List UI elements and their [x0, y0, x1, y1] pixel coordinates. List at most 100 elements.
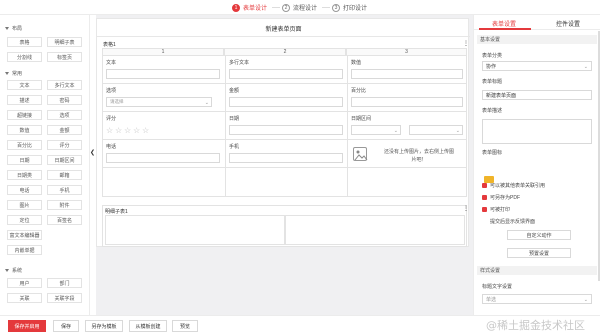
- subtable-cell[interactable]: [285, 215, 465, 245]
- star-icon[interactable]: ☆: [142, 126, 151, 135]
- caret-down-icon: [5, 27, 9, 30]
- section-basic-settings: 基本设置: [477, 35, 597, 44]
- component-phone[interactable]: 电话: [7, 185, 42, 195]
- subtable-cell[interactable]: [105, 215, 285, 245]
- title-text-value: 单选: [486, 296, 497, 303]
- preview-button[interactable]: 预览: [172, 320, 198, 332]
- design-stepper: 1 表单设计 2 流程设计 3 打印设计: [0, 0, 600, 15]
- select-input[interactable]: 请选择 ⌄: [106, 97, 212, 107]
- star-icon[interactable]: ☆: [106, 126, 115, 135]
- field-label-phone: 电话: [106, 144, 117, 150]
- component-attachment[interactable]: 附件: [47, 200, 82, 210]
- section-system[interactable]: 系统: [5, 267, 22, 274]
- component-date-range[interactable]: 日期区间: [47, 155, 82, 165]
- component-subtable[interactable]: 明细子表: [47, 37, 82, 47]
- step-print-design[interactable]: 3 打印设计: [332, 3, 367, 12]
- form-title[interactable]: 新建表单页面: [97, 24, 470, 33]
- step-form-design[interactable]: 1 表单设计: [232, 3, 267, 12]
- number-input[interactable]: [351, 69, 463, 79]
- star-icon[interactable]: ☆: [133, 126, 142, 135]
- section-title: 常用: [12, 71, 23, 77]
- section-layout[interactable]: 布局: [5, 25, 22, 32]
- check-label: 可被打印: [490, 207, 511, 213]
- tab-control-settings[interactable]: 控件设置: [556, 19, 580, 28]
- component-description[interactable]: 描述: [7, 95, 42, 105]
- preset-settings-button[interactable]: 预置设置: [507, 248, 571, 258]
- chevron-left-icon: ❮: [89, 150, 96, 156]
- mobile-input[interactable]: [229, 153, 343, 163]
- component-relation[interactable]: 关联: [7, 293, 42, 303]
- column-header: 2: [224, 48, 346, 55]
- component-rich-text[interactable]: 富文本编辑器: [7, 230, 42, 240]
- component-link[interactable]: 超链接: [7, 110, 42, 120]
- caret-down-icon: [5, 72, 9, 75]
- upload-hint-line: 片吧！: [411, 157, 427, 163]
- component-image[interactable]: 图片: [7, 200, 42, 210]
- phone-input[interactable]: [106, 153, 220, 163]
- component-panel: 布局 表格 明细子表 分割线 标签页 常用 文本 多行文本 描述 密码 超链接 …: [0, 15, 90, 315]
- component-password[interactable]: 密码: [47, 95, 82, 105]
- tab-form-settings[interactable]: 表单设置: [492, 19, 516, 28]
- check-label: 提交后显示反馈界面: [490, 219, 536, 225]
- component-divider[interactable]: 分割线: [7, 52, 42, 62]
- check-feedback[interactable]: 提交后显示反馈界面: [482, 218, 535, 225]
- step-number: 3: [332, 3, 340, 12]
- component-option[interactable]: 选项: [47, 110, 82, 120]
- chevron-down-icon: ⌄: [583, 297, 588, 303]
- check-allow-reference[interactable]: 可以被其他表单关联引用: [482, 182, 545, 189]
- component-embedded-form[interactable]: 内嵌单据: [7, 245, 42, 255]
- check-printable[interactable]: 可被打印: [482, 206, 510, 213]
- title-text-select[interactable]: 单选 ⌄: [482, 294, 592, 304]
- component-signature[interactable]: 百签名: [47, 215, 82, 225]
- rating-stars[interactable]: ☆ ☆ ☆ ☆ ☆: [106, 126, 151, 135]
- component-percent[interactable]: 百分比: [7, 140, 42, 150]
- collapse-panel-button[interactable]: ❮: [90, 148, 95, 157]
- field-label-amount: 金额: [229, 88, 240, 94]
- star-icon[interactable]: ☆: [115, 126, 124, 135]
- date-input[interactable]: [229, 125, 343, 135]
- component-text[interactable]: 文本: [7, 80, 42, 90]
- text-input[interactable]: [106, 69, 220, 79]
- check-save-pdf[interactable]: 可另存为PDF: [482, 194, 520, 201]
- percent-input[interactable]: [351, 97, 463, 107]
- custom-action-button[interactable]: 自定义动作: [507, 230, 571, 240]
- more-icon[interactable]: ⋮: [463, 205, 469, 212]
- section-title: 系统: [12, 268, 23, 274]
- check-label: 可以被其他表单关联引用: [490, 183, 546, 189]
- step-process-design[interactable]: 2 流程设计: [282, 3, 317, 12]
- component-number[interactable]: 数值: [7, 125, 42, 135]
- step-number: 2: [282, 3, 290, 12]
- title-input[interactable]: 新建表单页面: [482, 90, 592, 100]
- save-as-template-button[interactable]: 另存为模板: [85, 320, 123, 332]
- more-icon[interactable]: ⋮: [463, 40, 469, 47]
- save-button[interactable]: 保存: [53, 320, 79, 332]
- component-date-type[interactable]: 日期类: [7, 170, 42, 180]
- component-mobile[interactable]: 手机: [47, 185, 82, 195]
- checkbox-checked-icon: [482, 207, 487, 212]
- multitext-input[interactable]: [229, 69, 343, 79]
- date-range-end[interactable]: ⌄: [409, 125, 463, 135]
- category-select[interactable]: 协作 ⌄: [482, 61, 592, 71]
- save-enable-button[interactable]: 保存并启用: [8, 320, 46, 332]
- step-label: 打印设计: [343, 6, 368, 12]
- component-date[interactable]: 日期: [7, 155, 42, 165]
- component-department[interactable]: 部门: [47, 278, 82, 288]
- component-user[interactable]: 用户: [7, 278, 42, 288]
- component-multitext[interactable]: 多行文本: [47, 80, 82, 90]
- date-range-start[interactable]: ⌄: [351, 125, 401, 135]
- star-icon[interactable]: ☆: [124, 126, 133, 135]
- component-relation-field[interactable]: 关联字段: [47, 293, 82, 303]
- description-textarea[interactable]: [482, 119, 592, 144]
- section-common[interactable]: 常用: [5, 70, 22, 77]
- field-label-rating: 评分: [106, 116, 117, 122]
- component-email[interactable]: 邮箱: [47, 170, 82, 180]
- component-tabs[interactable]: 标签页: [47, 52, 82, 62]
- category-label: 表单分类: [482, 53, 503, 59]
- component-location[interactable]: 定位: [7, 215, 42, 225]
- component-table[interactable]: 表格: [7, 37, 42, 47]
- watermark: @稀土掘金技术社区: [486, 319, 585, 332]
- component-rating[interactable]: 评分: [47, 140, 82, 150]
- create-from-template-button[interactable]: 从模板创建: [129, 320, 167, 332]
- component-amount[interactable]: 金额: [47, 125, 82, 135]
- amount-input[interactable]: [229, 97, 343, 107]
